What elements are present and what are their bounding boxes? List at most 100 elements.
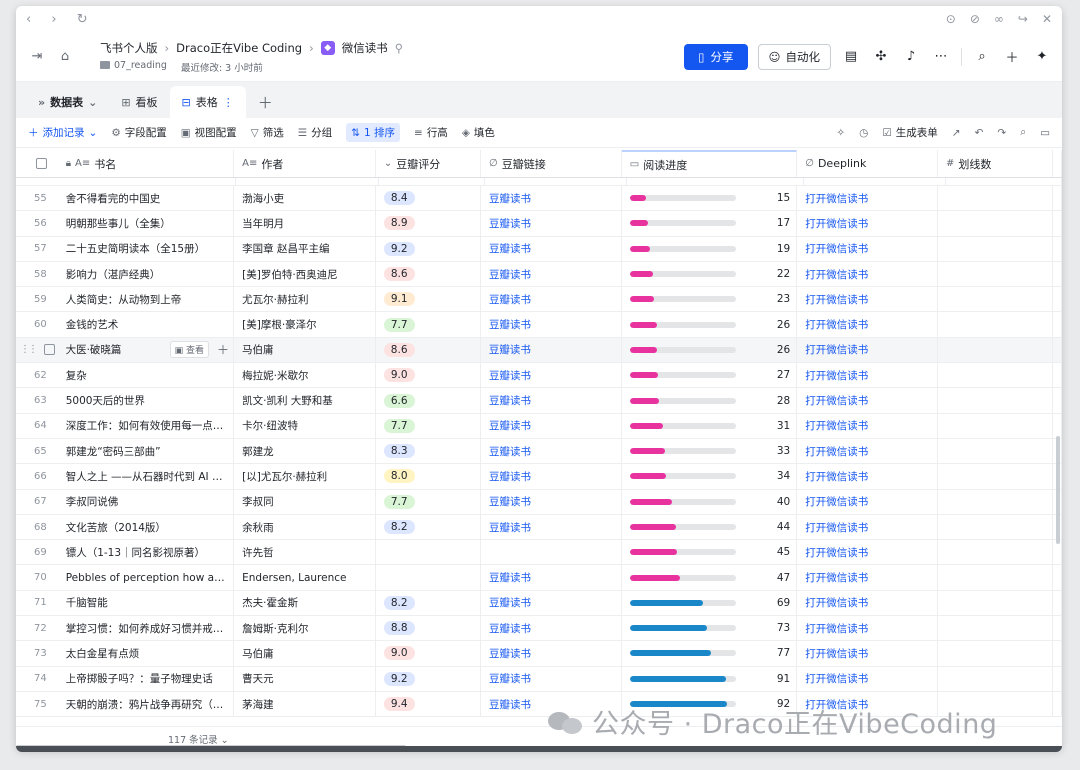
table-row[interactable]: 69 镖人（1-13｜同名影视原著） 许先哲 45 打开微信读书 <box>16 540 1062 566</box>
comment-icon[interactable]: ▭ <box>1040 127 1050 139</box>
table-row[interactable]: 72 掌控习惯：如何养成好习惯并戒除坏习惯 詹姆斯·克利尔 8.8 豆瓣读书 73 打开微信… <box>16 616 1062 642</box>
cell-author[interactable]: 郭建龙 <box>234 438 376 464</box>
cell-title[interactable]: 明朝那些事儿（全集） <box>66 211 235 236</box>
cell-progress[interactable]: 22 <box>622 261 798 287</box>
cell-link[interactable]: 豆瓣读书 <box>481 565 622 590</box>
share-button[interactable]: ▯ 分享 <box>684 43 748 70</box>
cell-progress[interactable]: 47 <box>622 565 798 590</box>
cell-title[interactable]: 掌控习惯：如何养成好习惯并戒除坏习惯 <box>66 616 235 641</box>
cell-deeplink[interactable]: 打开微信读书 <box>797 590 938 616</box>
cell-score[interactable]: 9.2 <box>376 666 481 691</box>
cell-title[interactable]: 李叔同说佛 <box>66 489 235 514</box>
cell-title[interactable]: 天朝的崩溃：鸦片战争再研究（修订版） <box>66 691 235 717</box>
cell-deeplink[interactable]: 打开微信读书 <box>797 261 938 287</box>
pin-icon[interactable]: ⚲ <box>395 41 403 55</box>
cell-title[interactable]: 深度工作：如何有效使用每一点脑力 <box>66 413 235 438</box>
wechat-read-link[interactable]: 打开微信读书 <box>805 646 868 661</box>
link-icon[interactable]: ∞ <box>994 12 1004 26</box>
cell-link[interactable]: 豆瓣读书 <box>481 438 622 464</box>
douban-link[interactable]: 豆瓣读书 <box>489 241 531 256</box>
cell-title[interactable]: 复杂 <box>66 363 235 388</box>
cell-score[interactable]: 9.1 <box>376 287 481 312</box>
cell-marks[interactable] <box>938 211 1053 236</box>
table-row[interactable]: 58 影响力（湛庐经典） [美]罗伯特·西奥迪尼 8.6 豆瓣读书 22 打开微信读书 <box>16 261 1062 288</box>
table-row[interactable]: 57 二十五史简明读本（全15册） 李国章 赵昌平主编 9.2 豆瓣读书 19 打开微信读书 <box>16 236 1062 262</box>
cell-link[interactable]: 豆瓣读书 <box>481 211 622 236</box>
wechat-read-link[interactable]: 打开微信读书 <box>805 241 868 256</box>
cell-deeplink[interactable]: 打开微信读书 <box>797 489 938 514</box>
cell-marks[interactable] <box>938 388 1053 413</box>
cell-link[interactable]: 豆瓣读书 <box>481 287 622 312</box>
douban-link[interactable]: 豆瓣读书 <box>489 418 531 433</box>
cell-link[interactable]: 豆瓣读书 <box>481 186 622 211</box>
wechat-read-link[interactable]: 打开微信读书 <box>805 418 868 433</box>
cell-title[interactable]: 智人之上 ——从石器时代到 AI 时代的信息网络简史 <box>66 464 235 489</box>
cell-deeplink[interactable]: 打开微信读书 <box>797 514 938 540</box>
cell-deeplink[interactable]: 打开微信读书 <box>797 438 938 464</box>
cell-title[interactable]: 郭建龙“密码三部曲” <box>66 438 235 464</box>
table-row[interactable]: 63 5000天后的世界 凯文·凯利 大野和基 6.6 豆瓣读书 28 打开微信读书 <box>16 388 1062 414</box>
bell-icon[interactable]: ♪ <box>901 49 921 64</box>
cell-link[interactable]: 豆瓣读书 <box>481 616 622 641</box>
cell-progress[interactable]: 26 <box>622 312 798 337</box>
cell-title[interactable]: 千脑智能 <box>66 590 235 616</box>
cell-progress[interactable]: 45 <box>622 540 798 565</box>
cell-marks[interactable] <box>938 186 1053 211</box>
fill-color-button[interactable]: ◈ 填色 <box>462 125 495 140</box>
cell-score[interactable]: 6.6 <box>376 388 481 413</box>
cell-author[interactable]: 卡尔·纽波特 <box>234 413 376 438</box>
cell-author[interactable]: 茅海建 <box>234 691 376 717</box>
douban-link[interactable]: 豆瓣读书 <box>489 494 531 509</box>
douban-link[interactable]: 豆瓣读书 <box>489 393 531 408</box>
douban-link[interactable]: 豆瓣读书 <box>489 292 531 307</box>
cell-progress[interactable]: 26 <box>622 337 798 363</box>
drag-handle-icon[interactable]: ⋮⋮ <box>20 344 38 355</box>
cell-link[interactable]: 豆瓣读书 <box>481 363 622 388</box>
ext-icon-1[interactable]: ⊙ <box>946 12 956 26</box>
cell-marks[interactable] <box>938 565 1053 590</box>
wechat-read-link[interactable]: 打开微信读书 <box>805 520 868 535</box>
table-row[interactable]: 73 太白金星有点烦 马伯庸 9.0 豆瓣读书 77 打开微信读书 <box>16 641 1062 667</box>
vertical-scrollbar[interactable] <box>1056 436 1060 544</box>
cell-title[interactable]: 舍不得看完的中国史 <box>66 186 235 211</box>
cell-author[interactable]: 马伯庸 <box>234 337 376 363</box>
cell-score[interactable]: 8.0 <box>376 464 481 489</box>
douban-link[interactable]: 豆瓣读书 <box>489 646 531 661</box>
table-row[interactable]: 62 复杂 梅拉妮·米歇尔 9.0 豆瓣读书 27 打开微信读书 <box>16 363 1062 389</box>
wechat-read-link[interactable]: 打开微信读书 <box>805 570 868 585</box>
table-row[interactable]: 55 舍不得看完的中国史 渤海小吏 8.4 豆瓣读书 15 打开微信读书 <box>16 186 1062 212</box>
wechat-read-link[interactable]: 打开微信读书 <box>805 595 868 610</box>
douban-link[interactable]: 豆瓣读书 <box>489 595 531 610</box>
cell-score[interactable]: 9.4 <box>376 691 481 717</box>
cell-progress[interactable]: 31 <box>622 413 798 438</box>
cell-deeplink[interactable]: 打开微信读书 <box>797 236 938 261</box>
wechat-read-link[interactable]: 打开微信读书 <box>805 317 868 332</box>
wechat-read-link[interactable]: 打开微信读书 <box>805 368 868 383</box>
cell-marks[interactable] <box>938 261 1053 287</box>
cell-title[interactable]: 人类简史：从动物到上帝 <box>66 287 235 312</box>
wechat-read-link[interactable]: 打开微信读书 <box>805 267 868 282</box>
cell-link[interactable]: 豆瓣读书 <box>481 489 622 514</box>
cell-link[interactable]: 豆瓣读书 <box>481 388 622 413</box>
add-record-button[interactable]: ＋添加记录 ⌄ <box>28 125 97 140</box>
cell-marks[interactable] <box>938 236 1053 261</box>
cell-marks[interactable] <box>938 363 1053 388</box>
douban-link[interactable]: 豆瓣读书 <box>489 570 531 585</box>
wechat-read-link[interactable]: 打开微信读书 <box>805 342 868 357</box>
cell-score[interactable]: 8.6 <box>376 337 481 363</box>
history-icon[interactable]: ◷ <box>859 127 868 139</box>
sort-button[interactable]: ⇅ 1 排序 <box>346 123 400 142</box>
douban-link[interactable]: 豆瓣读书 <box>489 671 531 686</box>
cell-author[interactable]: 当年明月 <box>234 211 376 236</box>
cell-progress[interactable]: 15 <box>622 186 798 211</box>
table-row[interactable]: 70 Pebbles of perception how a few good c… <box>16 565 1062 591</box>
wechat-read-link[interactable]: 打开微信读书 <box>805 671 868 686</box>
cell-score[interactable]: 8.9 <box>376 211 481 236</box>
table-row[interactable]: 67 李叔同说佛 李叔同 7.7 豆瓣读书 40 打开微信读书 <box>16 489 1062 515</box>
douban-link[interactable]: 豆瓣读书 <box>489 216 531 231</box>
cell-score[interactable]: 8.2 <box>376 514 481 540</box>
plus-icon[interactable]: ＋ <box>1002 47 1022 66</box>
table-row[interactable]: 71 千脑智能 杰夫·霍金斯 8.2 豆瓣读书 69 打开微信读书 <box>16 590 1062 617</box>
tab-table[interactable]: ⊟ 表格 ⋮ <box>169 86 246 118</box>
cell-link[interactable]: 豆瓣读书 <box>481 261 622 287</box>
